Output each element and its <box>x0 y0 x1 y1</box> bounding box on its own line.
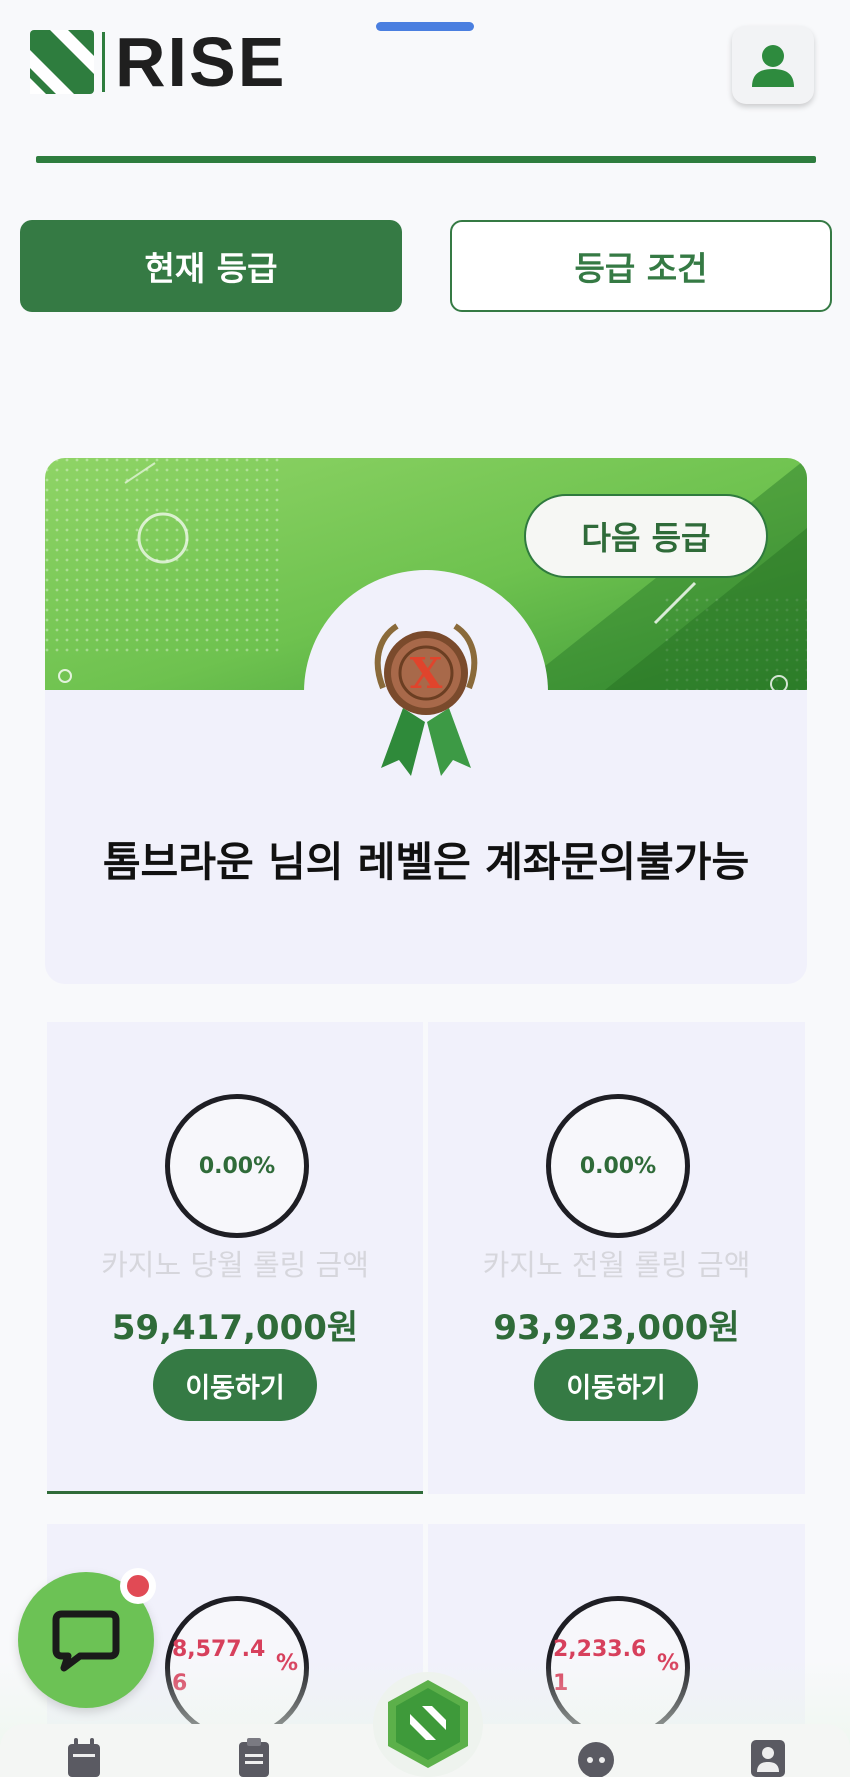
stat-label: 카지노 당월 롤링 금액 <box>101 1248 369 1282</box>
calendar-icon[interactable] <box>64 1738 104 1777</box>
tab-current-grade[interactable]: 현재 등급 <box>20 220 402 312</box>
support-bot-icon[interactable] <box>576 1738 616 1777</box>
stat-card-monthly-rolling: 0.00% 카지노 당월 롤링 금액 59,417,000원 이동하기 <box>47 1022 423 1494</box>
svg-text:X: X <box>410 649 443 698</box>
level-status-text: 톰브라운 님의 레벨은 계좌문의불가능 <box>102 838 750 886</box>
progress-ring: 0.00% <box>165 1094 309 1238</box>
rise-logo[interactable]: RISE <box>30 23 287 101</box>
header-divider <box>36 156 816 163</box>
progress-ring: 0.00% <box>546 1094 690 1238</box>
move-button[interactable]: 이동하기 <box>534 1349 698 1421</box>
app-header: RISE <box>0 0 850 163</box>
home-logo-icon <box>388 1680 468 1768</box>
profile-button[interactable] <box>732 26 814 104</box>
clipboard-icon[interactable] <box>234 1738 274 1777</box>
stat-amount: 59,417,000원 <box>111 1308 359 1348</box>
rise-logo-mark-icon <box>30 30 94 94</box>
move-button[interactable]: 이동하기 <box>153 1349 317 1421</box>
level-card: 다음 등급 X 톰브라운 님의 레벨은 계좌문의불가능 <box>45 458 807 984</box>
chat-bubble-icon <box>52 1610 120 1672</box>
user-card-icon[interactable] <box>748 1738 788 1777</box>
stat-card-prev-month-rolling: 0.00% 카지노 전월 롤링 금액 93,923,000원 이동하기 <box>428 1022 805 1494</box>
next-grade-button[interactable]: 다음 등급 <box>524 494 768 578</box>
bronze-medal-icon: X <box>374 623 478 776</box>
home-button[interactable] <box>373 1672 483 1777</box>
person-icon <box>752 45 794 87</box>
logo-text: RISE <box>115 23 287 101</box>
logo-separator <box>102 32 105 92</box>
tab-grade-conditions[interactable]: 등급 조건 <box>450 220 832 312</box>
stat-label: 카지노 전월 롤링 금액 <box>482 1248 751 1282</box>
notification-badge <box>120 1568 156 1604</box>
stat-amount: 93,923,000원 <box>493 1308 740 1348</box>
